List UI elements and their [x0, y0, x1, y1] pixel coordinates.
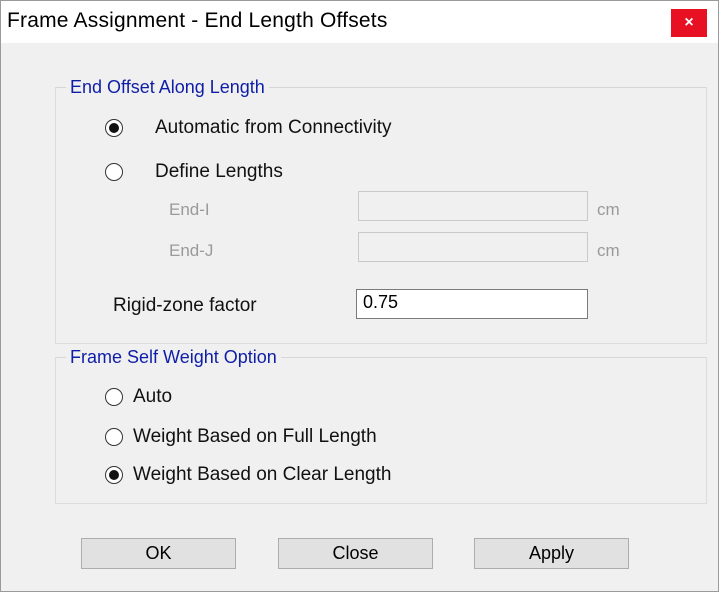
end-i-unit: cm	[597, 200, 620, 219]
end-i-label: End-I	[169, 200, 210, 219]
radio-automatic-from-connectivity[interactable]: Automatic from Connectivity	[105, 117, 392, 139]
radio-icon[interactable]	[105, 163, 123, 181]
close-button[interactable]: Close	[278, 538, 433, 569]
radio-label: Auto	[133, 386, 173, 407]
end-i-input[interactable]	[358, 191, 588, 221]
radio-icon-checked[interactable]	[105, 466, 123, 484]
radio-icon-checked[interactable]	[105, 119, 123, 137]
radio-icon[interactable]	[105, 388, 123, 406]
radio-icon[interactable]	[105, 428, 123, 446]
radio-label: Define Lengths	[155, 161, 283, 182]
ok-button[interactable]: OK	[81, 538, 236, 569]
self-weight-legend: Frame Self Weight Option	[70, 347, 277, 367]
apply-button[interactable]: Apply	[474, 538, 629, 569]
radio-label: Weight Based on Clear Length	[133, 464, 392, 485]
end-j-label: End-J	[169, 241, 214, 260]
dialog-window: Frame Assignment - End Length Offsets × …	[0, 0, 719, 592]
dialog-title: Frame Assignment - End Length Offsets	[7, 9, 388, 32]
rigid-zone-factor-input[interactable]: 0.75	[356, 289, 588, 319]
close-window-button[interactable]: ×	[671, 9, 707, 37]
radio-auto[interactable]: Auto	[105, 386, 172, 408]
radio-weight-full-length[interactable]: Weight Based on Full Length	[105, 426, 377, 448]
rigid-zone-factor-label: Rigid-zone factor	[113, 295, 257, 316]
radio-label: Weight Based on Full Length	[133, 426, 377, 447]
radio-label: Automatic from Connectivity	[155, 117, 392, 138]
radio-define-lengths[interactable]: Define Lengths	[105, 161, 283, 183]
close-icon: ×	[684, 14, 694, 31]
title-bar: Frame Assignment - End Length Offsets ×	[1, 1, 718, 43]
end-j-unit: cm	[597, 241, 620, 260]
end-j-input[interactable]	[358, 232, 588, 262]
radio-weight-clear-length[interactable]: Weight Based on Clear Length	[105, 464, 391, 486]
end-offset-legend: End Offset Along Length	[70, 77, 265, 97]
